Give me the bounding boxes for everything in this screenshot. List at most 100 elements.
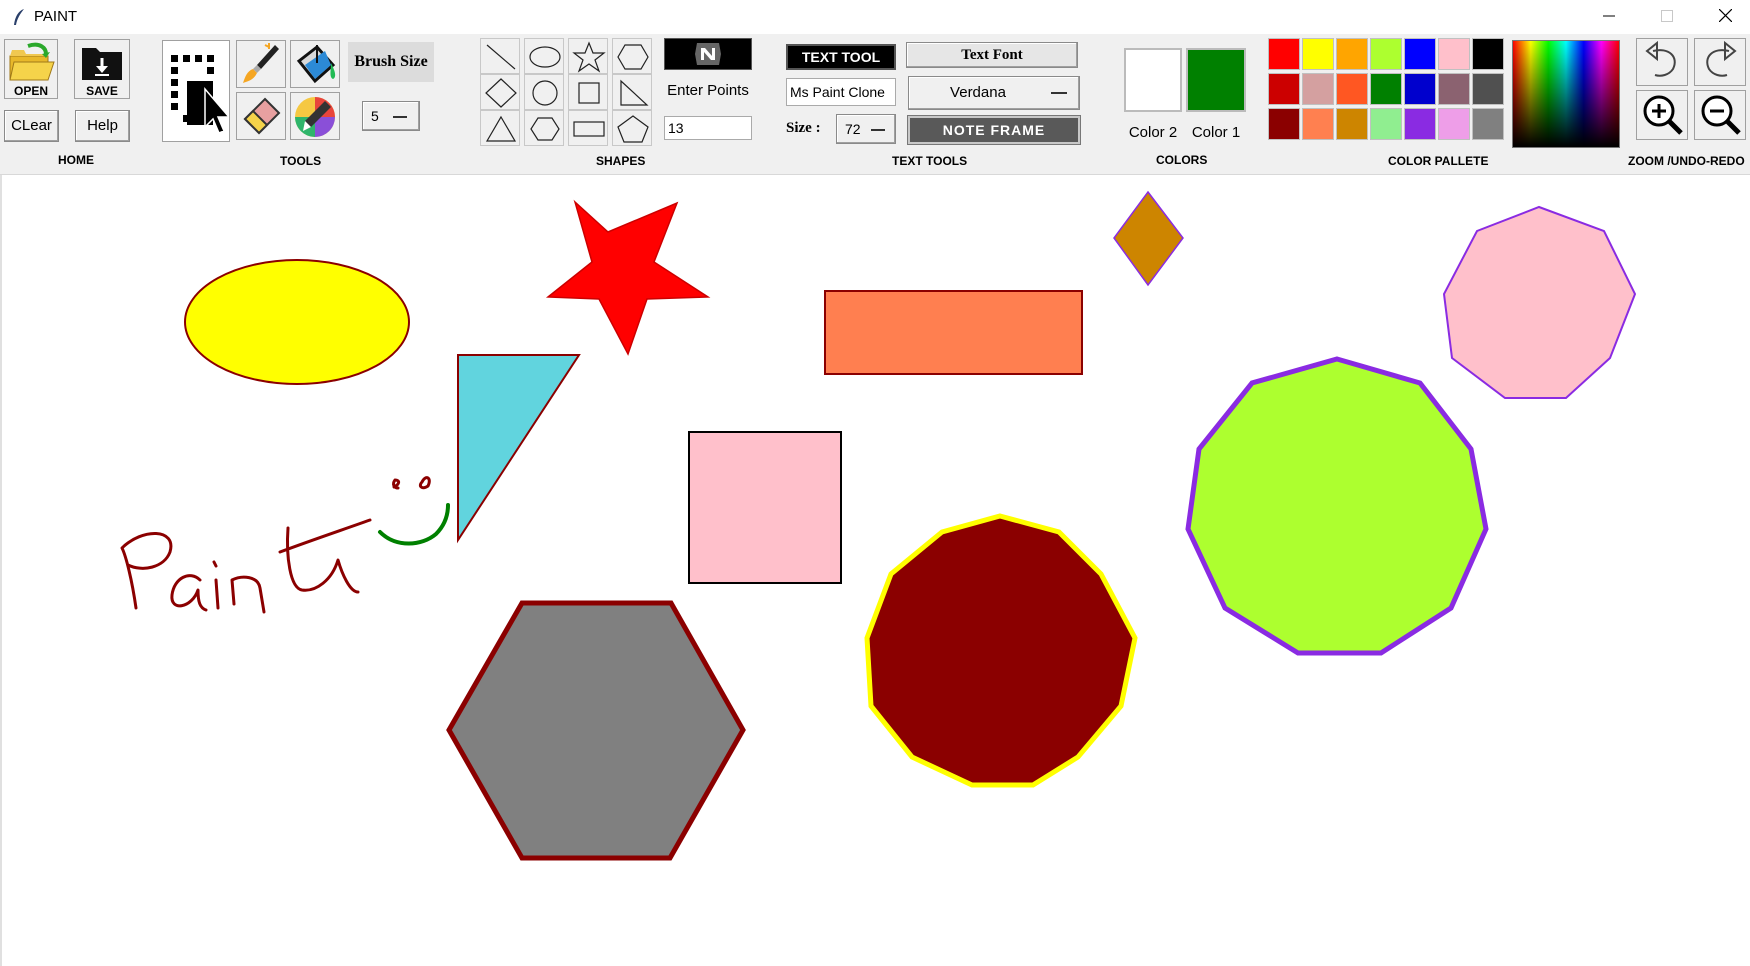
- select-icon: [171, 55, 231, 134]
- shape-oval[interactable]: [524, 38, 564, 74]
- palette-swatch[interactable]: [1370, 73, 1402, 105]
- color-spectrum[interactable]: [1512, 40, 1620, 148]
- palette-swatch[interactable]: [1336, 73, 1368, 105]
- select-tool[interactable]: [162, 40, 231, 142]
- palette-swatch[interactable]: [1404, 38, 1436, 70]
- close-button[interactable]: [1696, 0, 1750, 34]
- shape-right-triangle[interactable]: [612, 74, 652, 110]
- maximize-icon: [1661, 10, 1673, 22]
- size-label: Size :: [786, 120, 821, 136]
- drawing-canvas[interactable]: [0, 175, 1750, 966]
- zoom-out-icon: [1701, 95, 1741, 135]
- dropdown-indicator-icon: [1051, 92, 1067, 94]
- brush-size-label: Brush Size: [348, 42, 434, 82]
- points-input[interactable]: [664, 116, 752, 140]
- shape-triangle[interactable]: [480, 110, 520, 146]
- palette-swatch[interactable]: [1268, 108, 1300, 140]
- darkred-polygon: [864, 513, 1138, 788]
- palette-swatch[interactable]: [1438, 38, 1470, 70]
- hexagon-icon: [617, 44, 649, 70]
- shapes-group-label: SHAPES: [596, 154, 646, 168]
- open-button[interactable]: OPEN: [4, 39, 58, 99]
- undo-button[interactable]: [1636, 38, 1688, 86]
- feather-icon: [14, 9, 24, 25]
- fill-bucket-icon: [296, 44, 336, 84]
- palette-swatch[interactable]: [1336, 108, 1368, 140]
- shape-square[interactable]: [568, 74, 608, 110]
- palette-swatch[interactable]: [1472, 73, 1504, 105]
- note-frame-button[interactable]: NOTE FRAME: [908, 116, 1080, 144]
- minimize-icon: [1603, 15, 1615, 17]
- shape-hexagon-flat[interactable]: [524, 110, 564, 146]
- palette-swatch[interactable]: [1302, 73, 1334, 105]
- shape-hexagon[interactable]: [612, 38, 652, 74]
- enter-points-label: Enter Points: [667, 82, 749, 99]
- shape-star[interactable]: [568, 38, 608, 74]
- palette-swatch[interactable]: [1302, 108, 1334, 140]
- shape-diamond[interactable]: [480, 74, 520, 110]
- paint-handwriting: [120, 476, 431, 614]
- square-icon: [578, 82, 600, 104]
- dropdown-indicator-icon: [871, 129, 885, 131]
- zoom-in-button[interactable]: [1636, 90, 1688, 140]
- palette-swatch[interactable]: [1370, 108, 1402, 140]
- palette-swatch[interactable]: [1370, 38, 1402, 70]
- hexagon-flat-icon: [530, 117, 560, 141]
- color-picker-tool[interactable]: [290, 92, 340, 140]
- circle-icon: [532, 80, 558, 106]
- text-tool-label: TEXT TOOL: [801, 49, 881, 65]
- redo-button[interactable]: [1694, 38, 1746, 86]
- text-tool-button[interactable]: TEXT TOOL: [786, 44, 896, 70]
- minimize-button[interactable]: [1580, 0, 1638, 34]
- color2-swatch[interactable]: [1124, 48, 1182, 112]
- fill-tool[interactable]: [290, 40, 340, 88]
- font-dropdown[interactable]: Verdana: [908, 76, 1080, 110]
- palette-swatch[interactable]: [1404, 108, 1436, 140]
- eraser-tool[interactable]: [236, 92, 286, 140]
- palette-swatch[interactable]: [1472, 38, 1504, 70]
- maximize-button[interactable]: [1638, 0, 1696, 34]
- green-polygon: [1185, 356, 1489, 656]
- save-button[interactable]: SAVE: [74, 39, 130, 99]
- close-icon: [1718, 8, 1732, 23]
- save-icon: [82, 48, 122, 80]
- ribbon-toolbar: OPEN SAVE CLear Help HOME Brush Size 5 T…: [0, 34, 1750, 175]
- shape-circle[interactable]: [524, 74, 564, 110]
- pink-square: [688, 431, 842, 584]
- palette-swatch[interactable]: [1438, 73, 1470, 105]
- color1-swatch[interactable]: [1186, 48, 1246, 112]
- line-icon: [486, 44, 516, 70]
- undo-icon: [1645, 40, 1676, 77]
- text-input[interactable]: [786, 78, 896, 106]
- help-button[interactable]: Help: [75, 110, 130, 142]
- diamond-icon: [485, 78, 517, 108]
- shape-preview: [664, 38, 752, 70]
- palette-swatch[interactable]: [1336, 38, 1368, 70]
- pink-decagon: [1442, 205, 1637, 399]
- text-font-button[interactable]: Text Font: [906, 42, 1078, 68]
- brush-tool[interactable]: [236, 40, 286, 88]
- palette-swatch[interactable]: [1438, 108, 1470, 140]
- palette-swatch[interactable]: [1268, 73, 1300, 105]
- note-frame-label: NOTE FRAME: [942, 122, 1046, 138]
- palette-swatch[interactable]: [1404, 73, 1436, 105]
- shape-pentagon[interactable]: [612, 110, 652, 146]
- color1-label: Color 1: [1191, 124, 1241, 141]
- palette-swatch[interactable]: [1302, 38, 1334, 70]
- shape-line[interactable]: [480, 38, 520, 74]
- triangle-icon: [485, 115, 517, 142]
- open-label: OPEN: [13, 84, 48, 98]
- zoom-out-button[interactable]: [1694, 90, 1746, 140]
- gray-hexagon: [446, 600, 746, 861]
- oval-icon: [529, 46, 561, 68]
- size-dropdown[interactable]: 72: [836, 114, 896, 144]
- cyan-triangle: [457, 354, 581, 544]
- eraser-icon: [243, 97, 281, 135]
- palette-swatch[interactable]: [1268, 38, 1300, 70]
- clear-button[interactable]: CLear: [4, 110, 59, 142]
- shape-rectangle[interactable]: [568, 110, 608, 146]
- zoom-in-icon: [1643, 95, 1683, 135]
- palette-swatch[interactable]: [1472, 108, 1504, 140]
- brush-size-dropdown[interactable]: 5: [362, 101, 420, 131]
- right-triangle-icon: [620, 79, 649, 106]
